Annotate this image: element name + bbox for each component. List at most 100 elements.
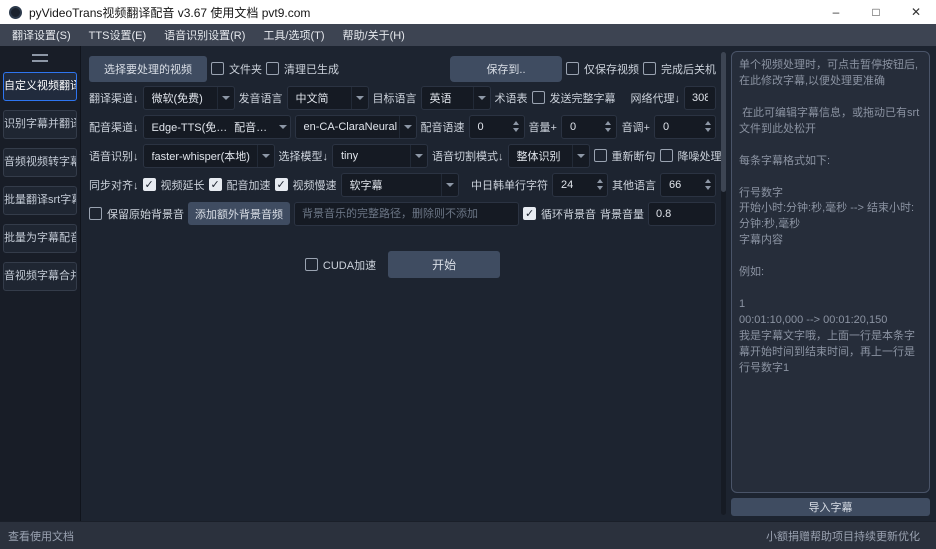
spinner-down-icon[interactable]	[705, 128, 711, 132]
dubbing-channel-select[interactable]: Edge-TTS(免费) 配音角色	[143, 115, 291, 139]
spinner-down-icon[interactable]	[705, 186, 711, 190]
other-language-stepper[interactable]: 66	[660, 173, 716, 197]
folder-checkbox[interactable]: 文件夹	[211, 61, 262, 77]
sync-align-label[interactable]: 同步对齐↓	[89, 177, 139, 193]
cuda-checkbox[interactable]: CUDA加速	[305, 257, 376, 273]
model-label[interactable]: 选择模型↓	[279, 148, 329, 164]
split-mode-select[interactable]: 整体识别	[508, 144, 590, 168]
volume-stepper[interactable]: 0	[561, 115, 617, 139]
dubbing-channel-value: Edge-TTS(免费)	[152, 119, 229, 135]
checkbox-indicator	[305, 258, 318, 271]
menu-help-about[interactable]: 帮助/关于(H)	[335, 25, 413, 45]
subtitle-editor[interactable]	[732, 52, 929, 492]
row-speech-recognition: 语音识别↓ faster-whisper(本地) 选择模型↓ tiny 语音切割…	[89, 143, 716, 168]
import-subtitle-button[interactable]: 导入字幕	[731, 498, 930, 516]
video-extend-checkbox-label: 视频延长	[161, 177, 205, 193]
cjk-chars-label: 中日韩单行字符	[471, 177, 548, 193]
cjk-chars-stepper[interactable]: 24	[552, 173, 608, 197]
content-area: 自定义视频翻译 识别字幕并翻译 音频视频转字幕 批量翻译srt字幕 批量为字幕配…	[0, 46, 936, 521]
bgm-volume-input[interactable]	[648, 202, 716, 226]
keep-original-bgm-checkbox-label: 保留原始背景音	[107, 206, 184, 222]
menu-recognition-settings[interactable]: 语音识别设置(R)	[156, 25, 253, 45]
chevron-down-icon	[351, 87, 368, 109]
send-full-subtitle-checkbox-label: 发送完整字幕	[550, 90, 616, 106]
scrollbar-thumb[interactable]	[721, 52, 726, 192]
vertical-scrollbar[interactable]	[721, 52, 726, 515]
target-language-select[interactable]: 英语	[421, 86, 491, 110]
network-proxy-input[interactable]	[684, 86, 716, 110]
send-full-subtitle-checkbox[interactable]: 发送完整字幕	[532, 90, 616, 106]
spinner-down-icon[interactable]	[513, 128, 519, 132]
subtitle-type-select[interactable]: 软字幕	[341, 173, 459, 197]
rephrase-checkbox[interactable]: 重新断句	[594, 148, 656, 164]
row-sync-align: 同步对齐↓ 视频延长 配音加速 视频慢速 软字幕 中日韩单行字符	[89, 172, 716, 197]
spinner-up-icon[interactable]	[597, 179, 603, 183]
spinner-up-icon[interactable]	[605, 121, 611, 125]
video-slowdown-checkbox[interactable]: 视频慢速	[275, 177, 337, 193]
rephrase-checkbox-label: 重新断句	[612, 148, 656, 164]
keep-original-bgm-checkbox[interactable]: 保留原始背景音	[89, 206, 184, 222]
sidebar-item-recognize-and-translate[interactable]: 识别字幕并翻译	[3, 110, 77, 139]
sidebar-item-merge-av-subtitle[interactable]: 音视频字幕合并	[3, 262, 77, 291]
other-language-value: 66	[669, 179, 681, 191]
pitch-stepper[interactable]: 0	[654, 115, 716, 139]
only-save-video-checkbox[interactable]: 仅保存视频	[566, 61, 639, 77]
bgm-path-input[interactable]	[294, 202, 519, 226]
checkbox-indicator	[532, 91, 545, 104]
chevron-down-icon	[399, 116, 416, 138]
loop-bgm-checkbox[interactable]: 循环背景音	[523, 206, 596, 222]
dubbing-role-label: 配音角色	[234, 119, 276, 135]
menubar: 翻译设置(S) TTS设置(E) 语音识别设置(R) 工具/选项(T) 帮助/关…	[0, 24, 936, 46]
audio-speedup-checkbox-label: 配音加速	[227, 177, 271, 193]
spinner-down-icon[interactable]	[605, 128, 611, 132]
add-bgm-button[interactable]: 添加额外背景音频	[188, 202, 290, 225]
start-button[interactable]: 开始	[388, 251, 500, 278]
dubbing-role-select[interactable]: en-CA-ClaraNeural	[295, 115, 417, 139]
sidebar-item-custom-video-translate[interactable]: 自定义视频翻译	[3, 72, 77, 101]
close-button[interactable]: ✕	[896, 0, 936, 24]
glossary-link[interactable]: 术语表	[495, 90, 528, 106]
dubbing-rate-stepper[interactable]: 0	[469, 115, 525, 139]
chevron-down-icon	[277, 116, 290, 138]
audio-speedup-checkbox[interactable]: 配音加速	[209, 177, 271, 193]
maximize-button[interactable]: □	[856, 0, 896, 24]
split-mode-label[interactable]: 语音切割模式↓	[432, 148, 504, 164]
video-extend-checkbox[interactable]: 视频延长	[143, 177, 205, 193]
save-to-button[interactable]: 保存到..	[450, 56, 562, 82]
sidebar-toggle-icon[interactable]	[32, 54, 48, 62]
cjk-chars-value: 24	[561, 179, 573, 191]
status-donate-text[interactable]: 小额捐赠帮助项目持续更新优化	[766, 528, 920, 544]
pitch-value: 0	[663, 121, 669, 133]
translate-channel-label[interactable]: 翻译渠道↓	[89, 90, 139, 106]
sidebar-item-av-to-subtitle[interactable]: 音频视频转字幕	[3, 148, 77, 177]
sidebar-item-batch-dub-subtitle[interactable]: 批量为字幕配音	[3, 224, 77, 253]
titlebar: pyVideoTrans视频翻译配音 v3.67 使用文档 pvt9.com –…	[0, 0, 936, 24]
sidebar-item-batch-translate-srt[interactable]: 批量翻译srt字幕	[3, 186, 77, 215]
network-proxy-label[interactable]: 网络代理↓	[631, 90, 681, 106]
spinner-up-icon[interactable]	[705, 179, 711, 183]
spinner-up-icon[interactable]	[705, 121, 711, 125]
translate-channel-select[interactable]: 微软(免费)	[143, 86, 235, 110]
speech-recognition-label[interactable]: 语音识别↓	[89, 148, 139, 164]
select-video-button[interactable]: 选择要处理的视频	[89, 56, 207, 82]
shutdown-after-checkbox[interactable]: 完成后关机	[643, 61, 716, 77]
target-language-value: 英语	[430, 90, 452, 106]
denoise-checkbox[interactable]: 降噪处理	[660, 148, 722, 164]
menu-tts-settings[interactable]: TTS设置(E)	[81, 25, 154, 45]
menu-tools-options[interactable]: 工具/选项(T)	[255, 25, 332, 45]
recognition-channel-select[interactable]: faster-whisper(本地)	[143, 144, 275, 168]
chevron-down-icon	[473, 87, 490, 109]
dubbing-channel-label[interactable]: 配音渠道↓	[89, 119, 139, 135]
model-select[interactable]: tiny	[332, 144, 428, 168]
clean-generated-checkbox[interactable]: 清理已生成	[266, 61, 339, 77]
dubbing-role-value: en-CA-ClaraNeural	[304, 121, 398, 133]
spinner-up-icon[interactable]	[513, 121, 519, 125]
source-language-label: 发音语言	[239, 90, 283, 106]
status-docs-link[interactable]: 查看使用文档	[8, 528, 74, 544]
denoise-checkbox-label: 降噪处理	[678, 148, 722, 164]
chevron-down-icon	[217, 87, 234, 109]
minimize-button[interactable]: –	[816, 0, 856, 24]
spinner-down-icon[interactable]	[597, 186, 603, 190]
menu-translate-settings[interactable]: 翻译设置(S)	[4, 25, 79, 45]
source-language-select[interactable]: 中文简	[287, 86, 369, 110]
